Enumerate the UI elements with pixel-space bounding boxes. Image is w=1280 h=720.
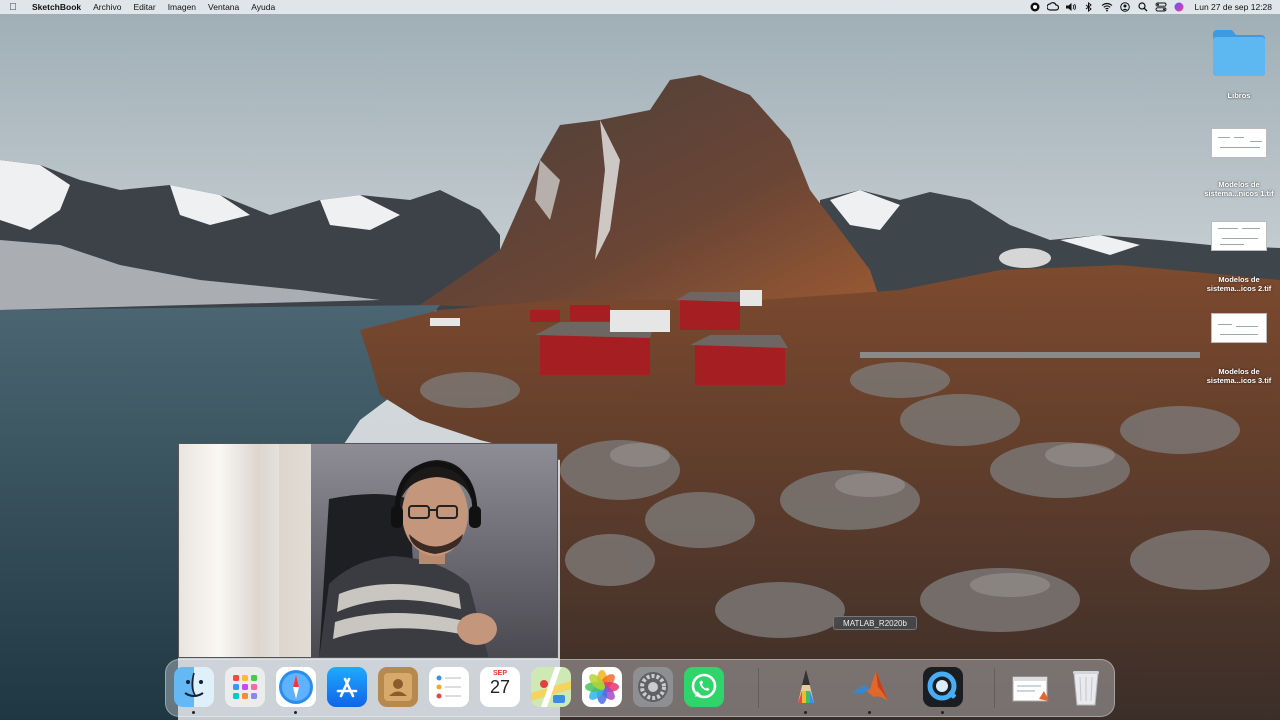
dock-trash[interactable] xyxy=(1064,665,1108,709)
volume-icon[interactable] xyxy=(1062,0,1080,14)
desktop-file-modelos-1[interactable]: Modelos de sistema...nicos 1.tif xyxy=(1199,128,1279,198)
search-icon[interactable] xyxy=(1134,0,1152,14)
record-icon[interactable] xyxy=(1026,0,1044,14)
menu-editar[interactable]: Editar xyxy=(127,0,161,14)
sketchbook-pencil-icon xyxy=(786,667,826,707)
running-indicator xyxy=(941,711,944,714)
dock-whatsapp[interactable] xyxy=(682,665,726,709)
dock-contacts[interactable] xyxy=(376,665,420,709)
safari-icon xyxy=(276,667,316,707)
wifi-icon[interactable] xyxy=(1098,0,1116,14)
calendar-month: SEP xyxy=(492,670,507,677)
reminders-icon xyxy=(429,667,469,707)
dock-launchpad[interactable] xyxy=(223,665,267,709)
desktop-file-label: Modelos de sistema...icos 3.tif xyxy=(1206,367,1272,385)
tif-document-icon xyxy=(1211,313,1267,343)
dock-separator xyxy=(758,668,759,708)
folder-icon xyxy=(1213,30,1265,76)
tif-document-icon xyxy=(1211,221,1267,251)
siri-icon[interactable] xyxy=(1170,0,1188,14)
desktop-folder-libros[interactable]: Libros xyxy=(1199,26,1279,100)
calendar-day: 27 xyxy=(489,677,511,697)
trash-icon xyxy=(1066,667,1106,707)
webcam-overlay xyxy=(178,443,558,658)
dock-app-store[interactable] xyxy=(325,665,369,709)
menu-ayuda[interactable]: Ayuda xyxy=(245,0,281,14)
whatsapp-icon xyxy=(684,667,724,707)
dock-finder[interactable] xyxy=(172,665,216,714)
dock-photos[interactable] xyxy=(580,665,624,709)
menu-imagen[interactable]: Imagen xyxy=(162,0,202,14)
user-icon[interactable] xyxy=(1116,0,1134,14)
menu-ventana[interactable]: Ventana xyxy=(202,0,245,14)
menu-bar:  SketchBook Archivo Editar Imagen Venta… xyxy=(0,0,1280,14)
system-preferences-icon xyxy=(633,667,673,707)
quicktime-icon xyxy=(923,667,963,707)
document-preview-icon xyxy=(1011,667,1051,707)
apple-icon[interactable]:  xyxy=(0,2,26,13)
dock: SEP 27 xyxy=(165,659,1115,717)
dock-separator xyxy=(994,668,995,708)
presenter-video xyxy=(179,444,557,657)
desktop-file-label: Modelos de sistema...nicos 1.tif xyxy=(1204,180,1274,198)
calendar-icon: SEP 27 xyxy=(480,667,520,707)
running-indicator xyxy=(192,711,195,714)
bluetooth-icon[interactable] xyxy=(1080,0,1098,14)
menu-archivo[interactable]: Archivo xyxy=(87,0,127,14)
creative-cloud-icon[interactable] xyxy=(1044,0,1062,14)
desktop-file-label: Modelos de sistema...icos 2.tif xyxy=(1206,275,1272,293)
dock-calendar[interactable]: SEP 27 xyxy=(478,665,522,709)
photos-icon xyxy=(582,667,622,707)
running-indicator xyxy=(804,711,807,714)
dock-maps[interactable] xyxy=(529,665,573,709)
dock-quicktime[interactable] xyxy=(921,665,965,714)
dock-reminders[interactable] xyxy=(427,665,471,709)
running-indicator xyxy=(294,711,297,714)
finder-icon xyxy=(174,667,214,707)
dock-tooltip: MATLAB_R2020b xyxy=(833,616,917,630)
contacts-icon xyxy=(378,667,418,707)
control-center-icon[interactable] xyxy=(1152,0,1170,14)
menu-clock[interactable]: Lun 27 de sep 12:28 xyxy=(1188,2,1272,12)
running-indicator xyxy=(868,711,871,714)
dock-recent-document[interactable] xyxy=(1009,665,1053,709)
dock-sketchbook[interactable] xyxy=(784,665,828,714)
desktop-file-modelos-3[interactable]: Modelos de sistema...icos 3.tif xyxy=(1199,313,1279,385)
launchpad-icon xyxy=(225,667,265,707)
app-store-icon xyxy=(327,667,367,707)
dock-system-preferences[interactable] xyxy=(631,665,675,709)
dock-matlab[interactable] xyxy=(848,665,892,714)
desktop-file-modelos-2[interactable]: Modelos de sistema...icos 2.tif xyxy=(1199,221,1279,293)
maps-icon xyxy=(531,667,571,707)
menu-app-name[interactable]: SketchBook xyxy=(26,0,87,14)
status-area: Lun 27 de sep 12:28 xyxy=(1026,0,1280,14)
matlab-icon xyxy=(850,667,890,707)
tif-document-icon xyxy=(1211,128,1267,158)
dock-safari[interactable] xyxy=(274,665,318,714)
desktop-folder-label: Libros xyxy=(1227,91,1251,100)
